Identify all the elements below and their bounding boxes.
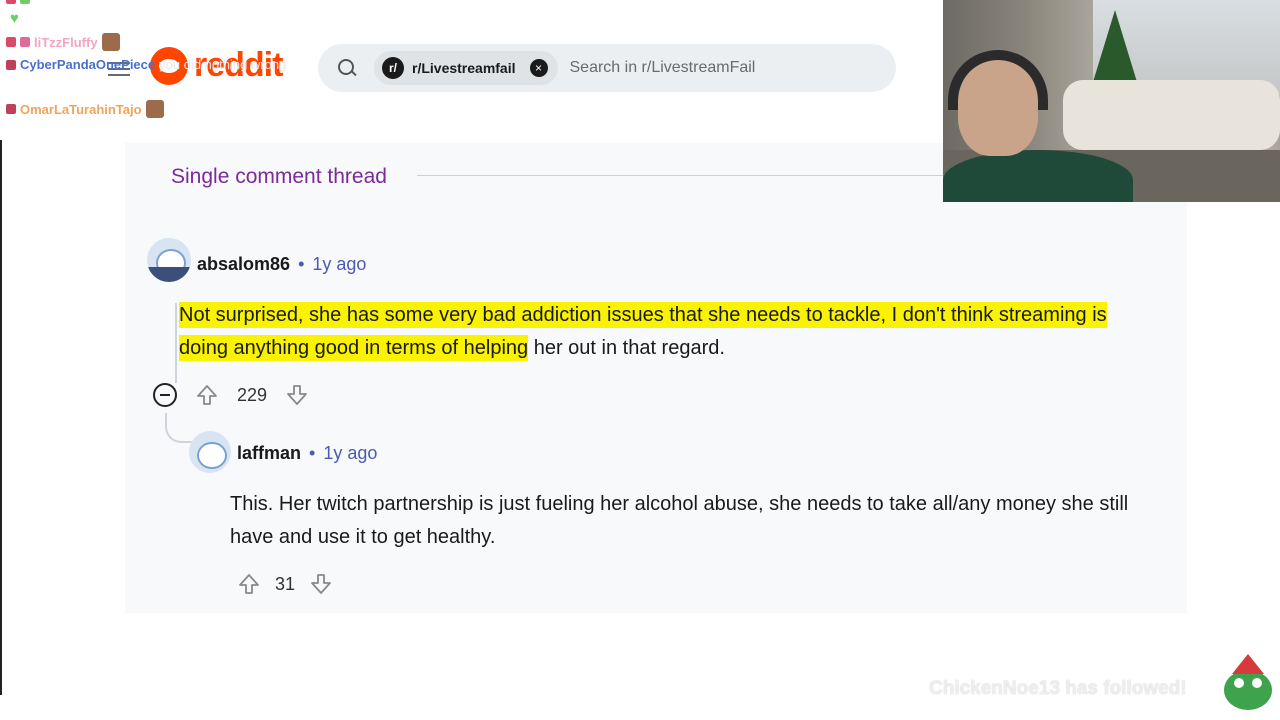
upvote-icon[interactable]: [237, 572, 261, 596]
chat-username: OmarLaTurahinTajo: [20, 101, 142, 117]
chat-line: CyberPandaOnePiece you did nothing wrong: [6, 57, 286, 72]
chat-badge-icon: [6, 59, 16, 70]
search-input[interactable]: [569, 59, 820, 77]
search-bar[interactable]: r/ r/Livestreamfail ×: [318, 44, 896, 92]
comment-thread-card: Single comment thread absalom86 • 1y ago…: [125, 143, 1187, 613]
comment-body: Not surprised, she has some very bad add…: [179, 299, 1139, 365]
vote-score: 31: [275, 573, 296, 594]
subreddit-filter-chip[interactable]: r/ r/Livestreamfail ×: [374, 51, 558, 85]
close-icon[interactable]: ×: [529, 59, 548, 77]
collapse-thread-icon[interactable]: [153, 383, 177, 407]
comment-username[interactable]: laffman: [237, 443, 301, 464]
reply-connector: [165, 413, 193, 443]
vote-score: 229: [237, 384, 268, 405]
comment-meta: absalom86 • 1y ago: [197, 254, 366, 275]
chat-line: [6, 0, 34, 4]
comment-meta: laffman • 1y ago: [237, 443, 377, 464]
subreddit-chip-label: r/Livestreamfail: [412, 60, 516, 76]
avatar[interactable]: [189, 431, 231, 473]
follow-alert: ChickenNoe13 has followed!: [929, 678, 1187, 699]
comment-timestamp[interactable]: 1y ago: [323, 443, 377, 464]
frog-mascot-icon: [1218, 652, 1278, 714]
chat-emote-icon: [101, 33, 120, 51]
chat-emote-icon: [145, 100, 164, 118]
webcam-sofa: [1063, 80, 1280, 150]
comment-body: This. Her twitch partnership is just fue…: [230, 493, 1129, 548]
comment-actions: 31: [237, 572, 333, 596]
christmas-tree-icon: [1093, 10, 1137, 82]
downvote-icon[interactable]: [309, 572, 333, 596]
chat-badge-icon: [6, 37, 16, 47]
chat-message: you did nothing wrong: [159, 57, 287, 72]
comment-username[interactable]: absalom86: [197, 254, 290, 275]
chat-badge-icon: [20, 37, 30, 47]
upvote-icon[interactable]: [195, 383, 219, 407]
webcam-overlay: [943, 0, 1280, 202]
chat-line: liTzzFluffy: [6, 33, 120, 51]
comment-timestamp[interactable]: 1y ago: [312, 254, 366, 275]
thread-title: Single comment thread: [171, 165, 387, 188]
left-edge-border: [0, 140, 2, 695]
avatar[interactable]: [147, 238, 191, 282]
subreddit-icon: r/: [382, 57, 404, 79]
chat-username: CyberPandaOnePiece: [20, 57, 156, 72]
meta-separator: •: [309, 443, 316, 463]
comment-actions: 229: [153, 383, 309, 407]
search-icon: [336, 57, 358, 79]
comment-text: her out in that regard.: [528, 337, 725, 359]
downvote-icon[interactable]: [285, 383, 309, 407]
streamer-shirt: [943, 150, 1133, 202]
chat-line: OmarLaTurahinTajo: [6, 100, 164, 118]
chat-badge-icon: [6, 0, 16, 4]
meta-separator: •: [298, 254, 305, 274]
chat-badge-icon: [6, 104, 16, 114]
chat-username: liTzzFluffy: [34, 34, 98, 50]
thread-line[interactable]: [175, 303, 177, 383]
heart-emote-icon: ♥: [10, 10, 19, 27]
chat-badge-icon: [20, 0, 30, 4]
headset-icon: [948, 50, 1048, 110]
chat-line: ♥: [6, 10, 19, 27]
